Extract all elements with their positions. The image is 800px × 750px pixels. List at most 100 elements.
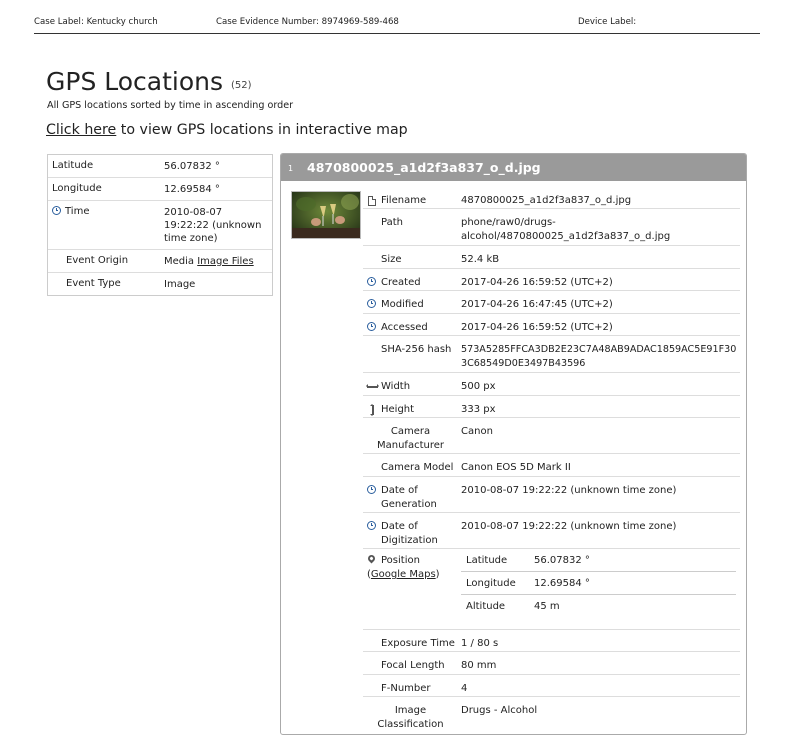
position-latitude-label: Latitude xyxy=(466,555,508,566)
item-count: (52) xyxy=(231,80,252,91)
event-type-row: Event Type Image xyxy=(48,273,272,295)
clock-icon-modified xyxy=(367,298,379,312)
camera-manufacturer-label: Camera Manufacturer xyxy=(377,426,444,451)
size-label: Size xyxy=(381,254,402,265)
position-longitude-value: 12.69584 ° xyxy=(534,578,590,589)
position-nested-rows: Latitude 56.07832 ° Longitude 12.69584 °… xyxy=(461,549,736,618)
google-maps-link-wrap: (Google Maps) xyxy=(367,569,440,580)
device-label: Device Label: xyxy=(578,17,637,27)
camera-model-key: Camera Model xyxy=(363,461,458,475)
focal-length-key: Focal Length xyxy=(363,659,458,673)
event-type-label: Event Type xyxy=(66,278,121,289)
longitude-value: 12.69584 ° xyxy=(164,184,220,195)
longitude-row: Longitude 12.69584 ° xyxy=(48,178,272,201)
clock-icon-accessed xyxy=(367,321,379,335)
image-files-link[interactable]: Image Files xyxy=(197,256,253,267)
focal-length-value: 80 mm xyxy=(461,660,497,671)
event-origin-prefix: Media xyxy=(164,256,198,267)
map-pin-icon xyxy=(366,553,379,568)
created-value: 2017-04-26 16:59:52 (UTC+2) xyxy=(461,277,613,288)
accessed-key: Accessed xyxy=(363,321,458,335)
f-number-row: F-Number 4 xyxy=(363,675,740,697)
time-row: Time 2010-08-07 19:22:22 (unknown time z… xyxy=(48,201,272,250)
camera-manufacturer-key: Camera Manufacturer xyxy=(363,425,458,453)
width-key: Width xyxy=(363,380,458,394)
interactive-map-link[interactable]: Click here xyxy=(46,122,116,138)
map-link-row: Click here to view GPS locations in inte… xyxy=(46,122,408,138)
image-thumbnail[interactable] xyxy=(291,191,361,239)
date-digitization-label: Date of Digitization xyxy=(381,521,438,546)
camera-model-label: Camera Model xyxy=(381,462,454,473)
created-key: Created xyxy=(363,276,458,290)
thumbnail-picture xyxy=(292,192,360,238)
f-number-value: 4 xyxy=(461,683,468,694)
page-title: GPS Locations xyxy=(46,67,224,96)
position-latitude-value: 56.07832 ° xyxy=(534,555,590,566)
position-longitude-row: Longitude 12.69584 ° xyxy=(461,572,736,595)
height-key: Height xyxy=(363,403,458,417)
width-row: Width 500 px xyxy=(363,373,740,396)
filename-key: Filename xyxy=(363,194,458,208)
height-row: Height 333 px xyxy=(363,396,740,418)
event-origin-label: Event Origin xyxy=(66,255,129,266)
camera-manufacturer-row: Camera Manufacturer Canon xyxy=(363,418,740,454)
position-longitude-label: Longitude xyxy=(466,578,516,589)
date-generation-value: 2010-08-07 19:22:22 (unknown time zone) xyxy=(461,485,677,496)
file-card: 1 4870800025_a1d2f3a837_o_d.jpg Filename… xyxy=(280,153,747,735)
date-digitization-key: Date of Digitization xyxy=(363,520,458,548)
clock-icon-digitization xyxy=(367,520,379,534)
created-row: Created 2017-04-26 16:59:52 (UTC+2) xyxy=(363,269,740,291)
event-origin-row: Event Origin Media Image Files xyxy=(48,250,272,273)
latitude-row: Latitude 56.07832 ° xyxy=(48,155,272,178)
case-label: Case Label: Kentucky church xyxy=(34,17,158,27)
accessed-row: Accessed 2017-04-26 16:59:52 (UTC+2) xyxy=(363,314,740,336)
latitude-label: Latitude xyxy=(52,160,94,171)
focal-length-label: Focal Length xyxy=(381,660,445,671)
latitude-value: 56.07832 ° xyxy=(164,161,220,172)
size-key: Size xyxy=(363,253,458,267)
size-value: 52.4 kB xyxy=(461,254,500,265)
f-number-label: F-Number xyxy=(381,683,431,694)
modified-value: 2017-04-26 16:47:45 (UTC+2) xyxy=(461,299,613,310)
position-altitude-value: 45 m xyxy=(534,601,560,612)
width-arrow-icon xyxy=(366,380,379,394)
event-origin-value: Media Image Files xyxy=(164,250,272,272)
image-classification-key: Image Classification xyxy=(363,704,458,732)
position-row: Position (Google Maps) Latitude 56.07832… xyxy=(363,549,740,630)
file-card-header: 1 4870800025_a1d2f3a837_o_d.jpg xyxy=(281,154,746,181)
size-row: Size 52.4 kB xyxy=(363,246,740,269)
file-icon xyxy=(367,194,379,208)
file-title: 4870800025_a1d2f3a837_o_d.jpg xyxy=(307,160,541,175)
date-generation-label: Date of Generation xyxy=(381,485,437,510)
date-generation-key: Date of Generation xyxy=(363,484,458,512)
exposure-value: 1 / 80 s xyxy=(461,638,499,649)
exposure-row: Exposure Time 1 / 80 s xyxy=(363,630,740,652)
longitude-label: Longitude xyxy=(52,183,102,194)
focal-length-row: Focal Length 80 mm xyxy=(363,652,740,675)
position-key: Position (Google Maps) xyxy=(363,553,458,582)
sha256-key: SHA-256 hash xyxy=(363,343,458,357)
page-heading: GPS Locations (52) xyxy=(46,67,252,96)
accessed-value: 2017-04-26 16:59:52 (UTC+2) xyxy=(461,322,613,333)
time-value: 2010-08-07 19:22:22 (unknown time zone) xyxy=(164,207,262,244)
position-latitude-row: Latitude 56.07832 ° xyxy=(461,549,736,572)
path-row: Path phone/raw0/drugs-alcohol/4870800025… xyxy=(363,209,740,246)
camera-manufacturer-value: Canon xyxy=(461,426,493,437)
sha256-label: SHA-256 hash xyxy=(381,344,452,355)
google-maps-link[interactable]: Google Maps xyxy=(371,569,436,580)
date-generation-row: Date of Generation 2010-08-07 19:22:22 (… xyxy=(363,477,740,513)
exposure-label: Exposure Time xyxy=(381,638,455,649)
location-summary-table: Latitude 56.07832 ° Longitude 12.69584 °… xyxy=(47,154,273,296)
height-value: 333 px xyxy=(461,404,496,415)
height-arrow-icon xyxy=(367,403,379,417)
file-index: 1 xyxy=(288,164,294,173)
path-key: Path xyxy=(363,216,458,230)
camera-model-row: Camera Model Canon EOS 5D Mark II xyxy=(363,454,740,477)
image-classification-row: Image Classification Drugs - Alcohol xyxy=(363,697,740,733)
position-altitude-label: Altitude xyxy=(466,601,506,612)
image-classification-value: Drugs - Alcohol xyxy=(461,705,538,716)
width-value: 500 px xyxy=(461,381,496,392)
path-label: Path xyxy=(381,217,403,228)
filename-row: Filename 4870800025_a1d2f3a837_o_d.jpg xyxy=(363,187,740,209)
time-label: Time xyxy=(65,206,90,217)
